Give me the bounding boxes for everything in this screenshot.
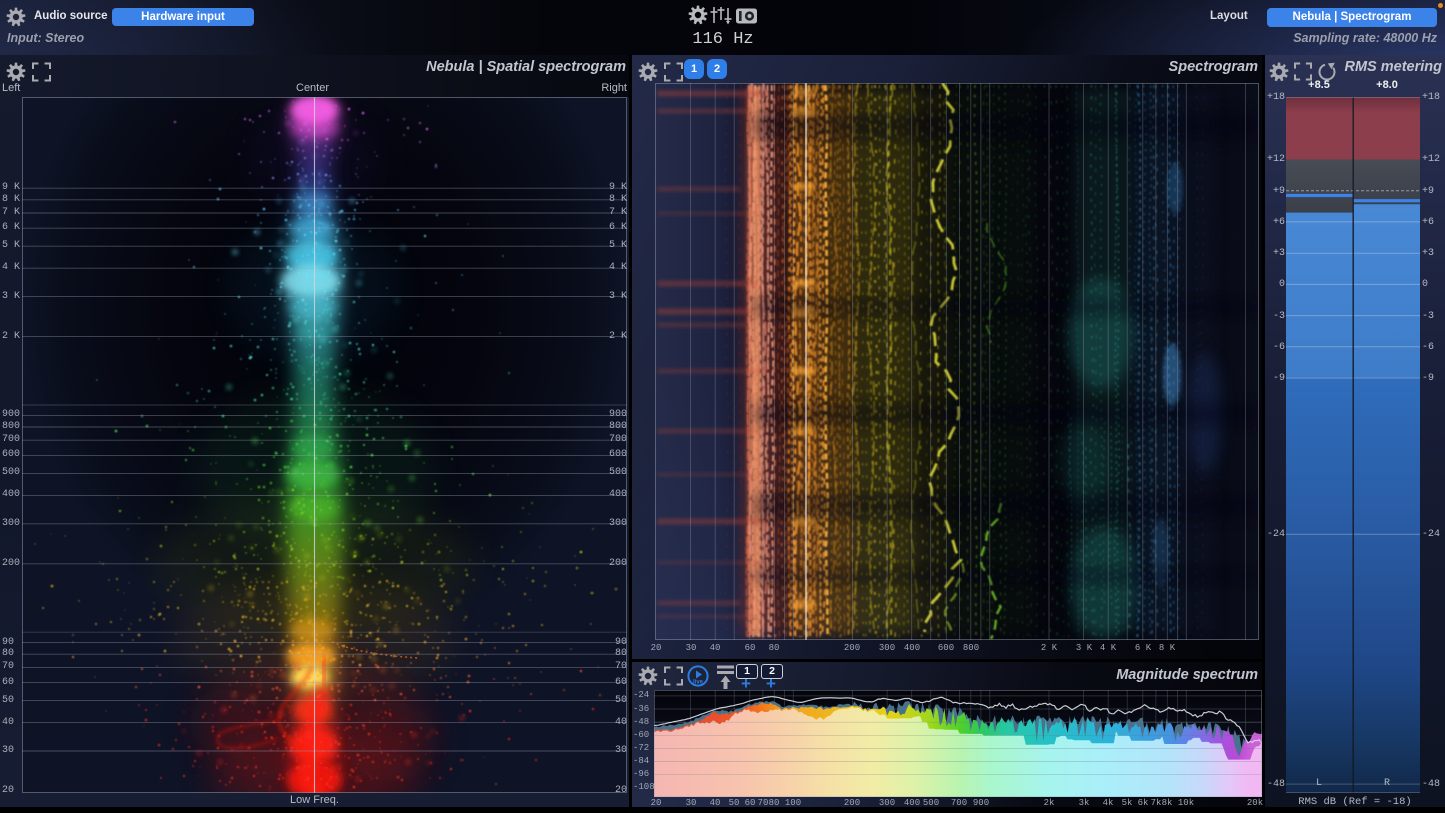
svg-text:live: live <box>693 680 704 686</box>
